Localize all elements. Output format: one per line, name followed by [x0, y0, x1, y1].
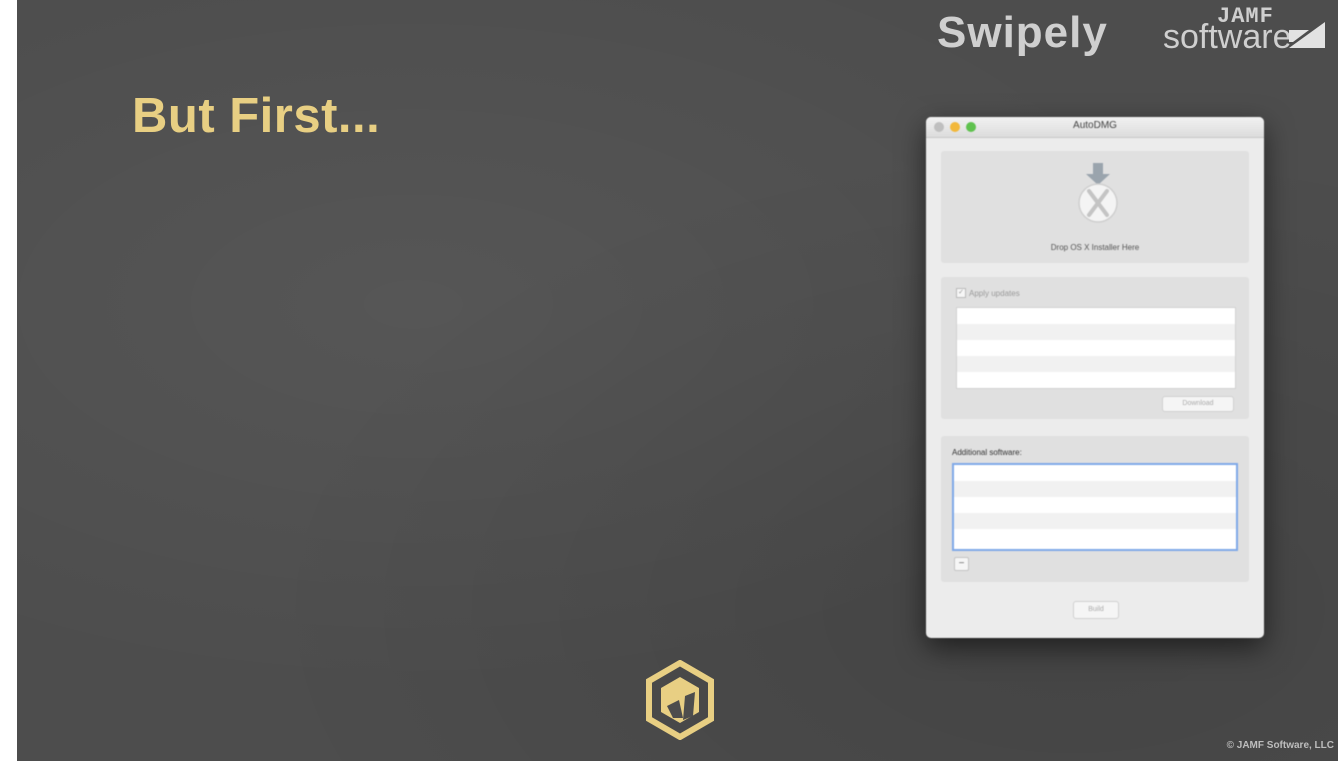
jamf-mark-icon — [1289, 22, 1325, 48]
drop-installer-label: Drop OS X Installer Here — [1050, 243, 1140, 252]
additional-software-label: Additional software: — [952, 448, 1022, 457]
copyright-notice: © JAMF Software, LLC — [1226, 740, 1334, 751]
os-x-installer-icon — [1078, 163, 1118, 223]
list-row — [954, 481, 1236, 497]
build-button[interactable]: Build — [1073, 601, 1119, 619]
jamf-software-logo: JAMF software — [1163, 4, 1338, 56]
list-row — [957, 324, 1235, 340]
slide-title: But First... — [132, 89, 381, 143]
list-row — [954, 465, 1236, 481]
list-row — [954, 513, 1236, 529]
software-logo-text: software — [1163, 18, 1292, 56]
list-row — [957, 308, 1235, 324]
list-row — [957, 372, 1235, 388]
download-button[interactable]: Download — [1162, 396, 1234, 412]
swipely-logo: Swipely — [937, 8, 1108, 57]
updates-panel: ✓ Apply updates Download — [941, 277, 1249, 419]
window-titlebar: AutoDMG — [926, 117, 1264, 138]
apply-updates-checkbox[interactable]: ✓ Apply updates — [956, 288, 1020, 298]
list-row — [954, 497, 1236, 513]
list-row — [957, 356, 1235, 372]
autodmg-window: AutoDMG Drop OS X Installer Here ✓ Apply… — [926, 117, 1264, 638]
list-row — [954, 529, 1236, 545]
updates-list[interactable] — [956, 307, 1236, 389]
presentation-slide: But First... Swipely JAMF software AutoD… — [17, 0, 1338, 761]
list-row — [957, 340, 1235, 356]
apply-updates-label: Apply updates — [969, 288, 1020, 298]
additional-software-panel: Additional software: − — [941, 436, 1249, 582]
hexagon-logo-icon — [646, 660, 714, 740]
checkmark-icon: ✓ — [956, 288, 966, 298]
additional-software-list[interactable] — [952, 463, 1238, 551]
remove-software-button[interactable]: − — [954, 557, 969, 571]
installer-drop-zone[interactable]: Drop OS X Installer Here — [941, 151, 1249, 263]
window-title: AutoDMG — [1073, 120, 1117, 131]
